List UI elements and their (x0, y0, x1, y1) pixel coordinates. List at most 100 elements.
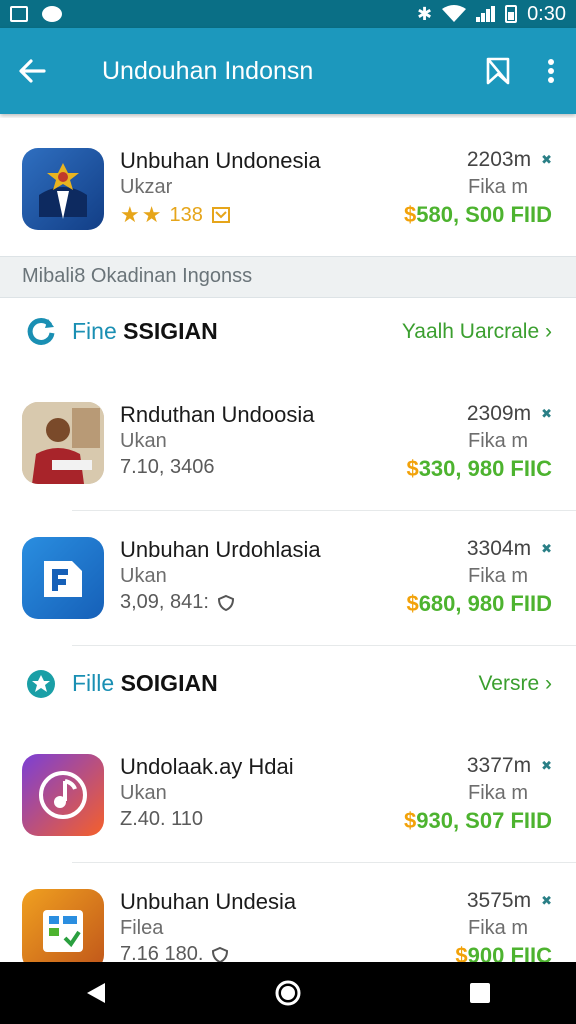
price-amount: 580, S00 FIID (416, 202, 552, 227)
section-link-label: Versre (478, 672, 540, 695)
app-developer: Ukzar (120, 176, 173, 198)
system-nav-bar (0, 962, 576, 1024)
price-currency: $ (404, 202, 417, 227)
section-header[interactable]: Fine SSIGIAN Yaalh Uarcrale › (0, 302, 576, 362)
app-size: 3304m ✖ (467, 537, 552, 561)
rating-count: 138 (169, 203, 203, 226)
section-title-accent: Fine (72, 318, 117, 344)
app-name: Undolaak.ay Hdai (120, 754, 294, 779)
section-title: Fine SSIGIAN (72, 318, 218, 345)
price-amount: 680, 980 FIID (418, 591, 552, 616)
size-value: 3304m (466, 537, 532, 560)
featured-app-card[interactable]: Unbuhan Undonesia Ukzar ★ ★ 138 2203m ✖ … (0, 118, 576, 256)
app-developer: Ukan (120, 430, 167, 452)
app-name: Unbuhan Undesia (120, 889, 297, 914)
badge-icon (211, 207, 230, 223)
nav-home-button[interactable] (258, 962, 318, 1024)
star-icon: ★ (141, 202, 162, 227)
section-title-bold: SOIGIAN (120, 670, 218, 696)
square-recents-icon (470, 983, 490, 1003)
size-value: 3377m (466, 754, 532, 777)
section-link[interactable]: Versre › (478, 672, 552, 696)
star-badge-icon (27, 670, 55, 698)
person-photo-icon (22, 402, 104, 484)
section-title-accent: Fille (72, 670, 115, 696)
size-value: 2203m (466, 148, 532, 171)
app-meta: Z.40. 110 (120, 808, 204, 830)
section-header[interactable]: Fille SOIGIAN Versre › (0, 654, 576, 714)
section-link-label: Yaalh Uarcrale (401, 320, 540, 343)
wifi-icon (442, 5, 467, 22)
meta-text: 3,09, 841: (120, 591, 209, 613)
app-icon (22, 148, 104, 230)
shield-icon (217, 594, 234, 611)
close-small-icon: ✖ (541, 406, 552, 421)
checklist-icon (43, 910, 83, 952)
app-type: Fika m (468, 782, 528, 804)
app-meta: ★ ★ 138 (120, 202, 231, 228)
section-title: Fille SOIGIAN (72, 670, 218, 697)
size-value: 2309m (466, 402, 532, 425)
close-small-icon: ✖ (541, 758, 552, 773)
bluetooth-icon: ✱ (416, 4, 433, 24)
app-name: Unbuhan Undonesia (120, 148, 321, 173)
divider (72, 645, 576, 646)
app-name: Unbuhan Urdohlasia (120, 537, 321, 562)
app-size: 3377m ✖ (467, 754, 552, 778)
section-label: Mibali8 Okadinan Ingonss (0, 256, 576, 298)
more-vert-icon (548, 59, 554, 83)
app-bar: Undouhan Indonsn (0, 28, 576, 114)
shield-icon (212, 946, 229, 963)
bookmark-button[interactable] (470, 28, 526, 114)
app-type: Fika m (468, 565, 528, 587)
app-price: $580, S00 FIID (404, 202, 552, 228)
app-type: Fika m (468, 176, 528, 198)
price-currency: $ (406, 456, 419, 481)
arrow-left-icon (19, 59, 46, 83)
app-icon (22, 537, 104, 619)
back-button[interactable] (0, 28, 64, 114)
section-link[interactable]: Yaalh Uarcrale › (402, 320, 552, 344)
rating: ★ ★ (120, 202, 161, 228)
status-time: 0:30 (527, 2, 566, 25)
status-bar: ✱ 0:30 (0, 0, 576, 28)
app-size: 2309m ✖ (467, 402, 552, 426)
document-icon (44, 561, 82, 597)
bookmark-icon (486, 57, 510, 85)
gallery-notification-icon (10, 6, 28, 22)
app-size: 2203m ✖ (467, 148, 552, 172)
app-icon (22, 754, 104, 836)
price-amount: 330, 980 FIIC (418, 456, 552, 481)
app-developer: Ukan (120, 565, 167, 587)
app-meta: 7.10, 3406 (120, 456, 215, 478)
signal-icon (476, 6, 496, 22)
chevron-right-icon: › (545, 672, 552, 695)
app-developer: Filea (120, 917, 164, 939)
divider (72, 862, 576, 863)
star-icon: ★ (120, 202, 140, 227)
app-developer: Ukan (120, 782, 167, 804)
size-value: 3575m (466, 889, 532, 912)
refresh-icon (27, 317, 55, 345)
page-title: Undouhan Indonsn (102, 56, 314, 85)
battery-icon (505, 5, 518, 23)
app-icon (22, 889, 104, 971)
app-type: Fika m (468, 917, 528, 939)
nav-recents-button[interactable] (450, 962, 510, 1024)
price-currency: $ (404, 808, 417, 833)
close-small-icon: ✖ (541, 541, 552, 556)
chevron-right-icon: › (545, 320, 552, 343)
music-note-icon (39, 771, 87, 819)
price-amount: 930, S07 FIID (416, 808, 552, 833)
triangle-back-icon (87, 983, 105, 1003)
app-price: $330, 980 FIIC (406, 456, 552, 482)
app-price: $680, 980 FIID (406, 591, 552, 617)
divider (72, 510, 576, 511)
app-price: $930, S07 FIID (404, 808, 552, 834)
more-options-button[interactable] (526, 28, 576, 114)
app-name: Rnduthan Undoosia (120, 402, 315, 427)
close-small-icon: ✖ (541, 152, 552, 167)
nav-back-button[interactable] (66, 962, 126, 1024)
section-title-bold: SSIGIAN (123, 318, 218, 344)
app-notification-icon (42, 6, 62, 22)
